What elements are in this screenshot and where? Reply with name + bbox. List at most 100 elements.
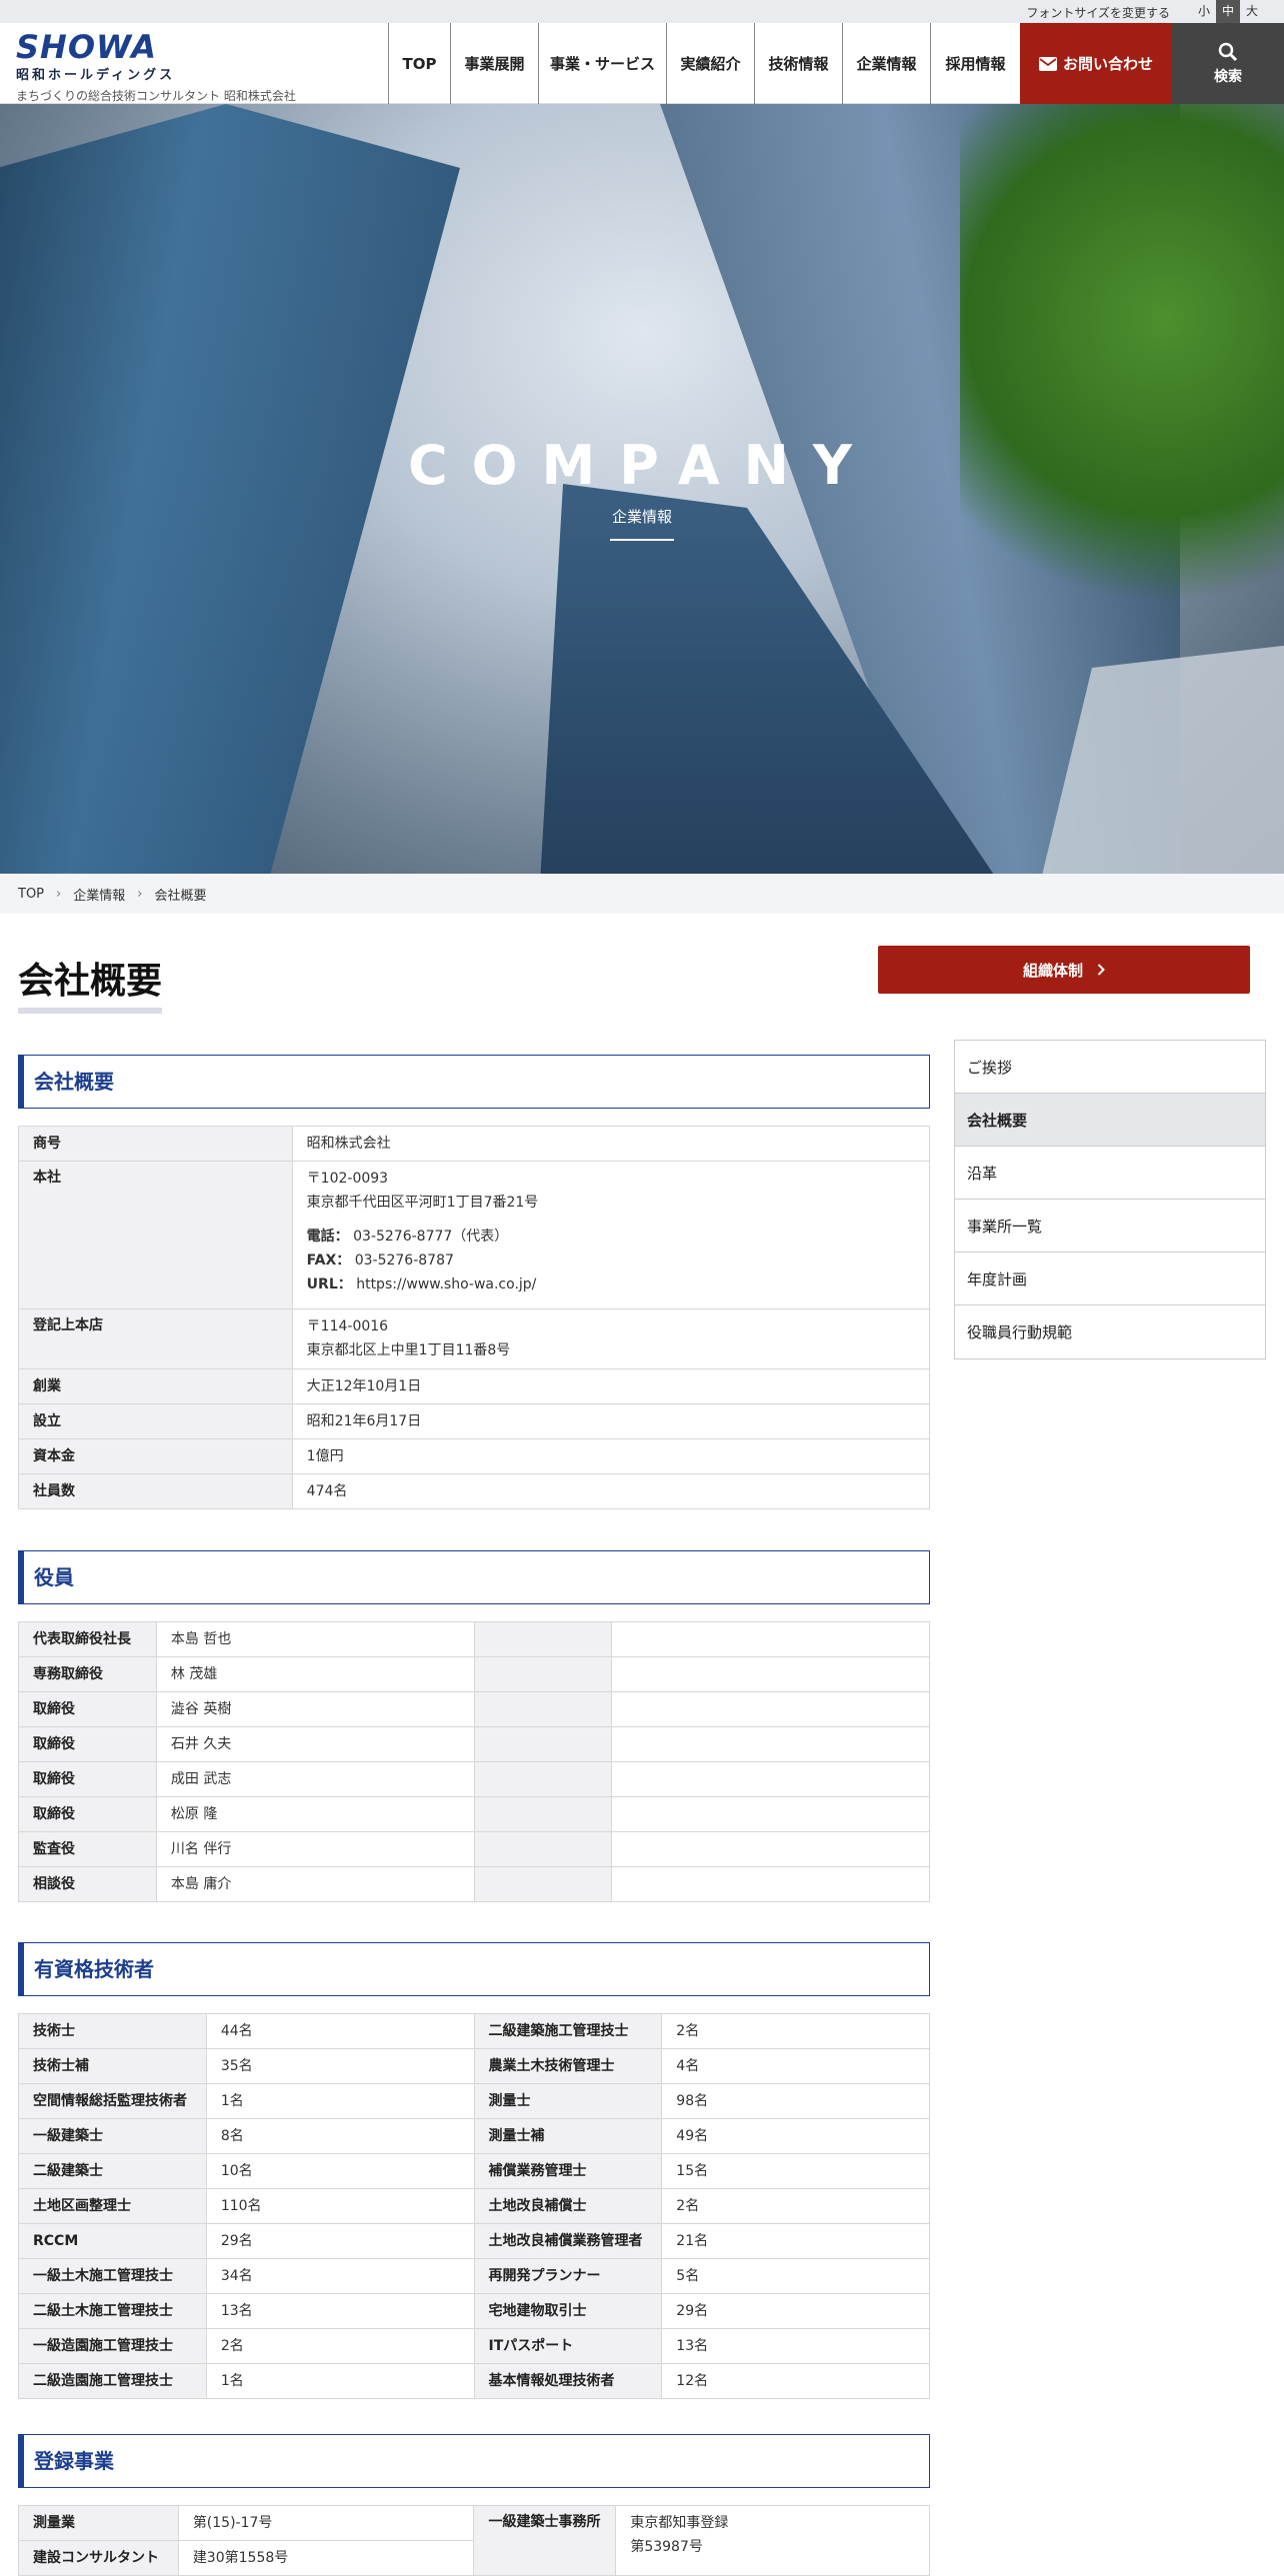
font-size-medium-button[interactable]: 中 <box>1216 0 1240 23</box>
sidebar-item-4[interactable]: 年度計画 <box>955 1253 1265 1305</box>
table-row: 二級造園施工管理技士 1名 基本情報処理技術者 12名 <box>18 2363 930 2399</box>
officer-name-empty <box>611 1831 930 1867</box>
organization-button[interactable]: 組織体制 <box>878 946 1250 994</box>
hq-url-link[interactable]: https://www.sho-wa.co.jp/ <box>356 1277 536 1292</box>
section-heading-engineers: 有資格技術者 <box>18 1942 930 1996</box>
page-title-underline <box>18 1008 162 1014</box>
registered-address: 東京都北区上中里1丁目11番8号 <box>306 1342 511 1358</box>
table-row: 監査役 川名 伴行 <box>18 1831 930 1867</box>
table-row: 取締役 松原 隆 <box>18 1796 930 1832</box>
breadcrumb: TOP › 企業情報 › 会社概要 <box>0 874 1284 914</box>
qualification-count: 110名 <box>205 2188 475 2224</box>
breadcrumb-company[interactable]: 企業情報 <box>73 885 125 904</box>
sidebar-item-0[interactable]: ご挨拶 <box>955 1041 1265 1094</box>
section-heading-officers: 役員 <box>18 1550 930 1604</box>
search-button[interactable]: 検索 <box>1172 23 1284 104</box>
qualification-name: 技術士補 <box>18 2048 207 2084</box>
nav-recruit[interactable]: 採用情報 <box>930 23 1020 104</box>
registration-table: 測量業 第(15)-17号 一級建築士事務所 東京都知事登録 第53987号 建… <box>18 2505 930 2576</box>
overview-label: 本社 <box>18 1161 293 1309</box>
contact-button[interactable]: お問い合わせ <box>1020 23 1172 104</box>
officer-name-empty <box>611 1726 930 1762</box>
officer-role-empty <box>473 1726 613 1762</box>
contact-label: お問い合わせ <box>1062 55 1153 73</box>
officer-role: 相談役 <box>18 1866 157 1902</box>
hq-zip: 〒102-0093 <box>306 1171 389 1187</box>
overview-table: 商号 昭和株式会社 本社 〒102-0093 東京都千代田区平河町1丁目7番21… <box>18 1126 931 1509</box>
table-row: 一級建築士 8名 測量士補 49名 <box>18 2118 930 2154</box>
qualification-name: 一級建築士 <box>18 2118 207 2154</box>
sidebar-item-2[interactable]: 沿革 <box>955 1147 1265 1200</box>
table-row: 登記上本店 〒114-0016 東京都北区上中里1丁目11番8号 <box>18 1308 931 1369</box>
table-row: 専務取締役林 茂雄 <box>18 1656 930 1692</box>
sidebar-item-5[interactable]: 役職員行動規範 <box>955 1305 1265 1358</box>
overview-label: 資本金 <box>18 1438 293 1474</box>
font-size-small-button[interactable]: 小 <box>1192 0 1216 23</box>
qualification-name: 測量士補 <box>473 2118 663 2154</box>
qualification-count: 49名 <box>661 2118 930 2154</box>
site-logo[interactable]: SHOWA 昭和ホールディングス まちづくりの総合技術コンサルタント 昭和株式会… <box>16 31 296 104</box>
officer-name: 松原 隆 <box>155 1796 475 1832</box>
officer-name: 澁谷 英樹 <box>155 1691 475 1727</box>
officer-name: 林 茂雄 <box>155 1656 475 1692</box>
hq-address: 東京都千代田区平河町1丁目7番21号 <box>306 1195 539 1211</box>
qualification-count: 2名 <box>205 2328 475 2364</box>
qualification-name: 土地区画整理士 <box>18 2188 207 2224</box>
officer-role: 監査役 <box>18 1831 157 1867</box>
global-nav: TOP 事業展開 事業・サービス 実績紹介 技術情報 企業情報 採用情報 お問い… <box>388 23 1284 104</box>
page-title: 会社概要 <box>18 961 163 1002</box>
architect-registration: 東京都知事登録 第53987号 <box>615 2505 930 2576</box>
table-row: 相談役 本島 庸介 <box>18 1866 930 1902</box>
overview-label: 社員数 <box>18 1473 293 1509</box>
officer-role-empty <box>473 1831 613 1867</box>
font-size-large-button[interactable]: 大 <box>1240 0 1264 23</box>
hq-details: 〒102-0093 東京都千代田区平河町1丁目7番21号 電話： 03-5276… <box>291 1161 931 1309</box>
qualification-count: 4名 <box>661 2048 930 2084</box>
hq-url-line: URL： https://www.sho-wa.co.jp/ <box>307 1273 915 1296</box>
officer-role: 取締役 <box>18 1761 157 1797</box>
qualification-name: 再開発プランナー <box>473 2258 663 2294</box>
search-icon <box>1218 42 1238 61</box>
nav-company[interactable]: 企業情報 <box>842 23 930 104</box>
qualification-count: 10名 <box>205 2153 475 2189</box>
font-size-label: フォントサイズを変更する <box>1026 6 1170 20</box>
officer-name-empty <box>611 1656 930 1692</box>
qualification-count: 13名 <box>661 2328 930 2364</box>
logo-mark: SHOWA <box>16 28 157 66</box>
qualification-name: 一級造園施工管理技士 <box>18 2328 207 2364</box>
site-header: SHOWA 昭和ホールディングス まちづくりの総合技術コンサルタント 昭和株式会… <box>0 23 1284 104</box>
qualification-count: 44名 <box>205 2013 475 2049</box>
breadcrumb-top[interactable]: TOP <box>18 887 44 902</box>
qualification-count: 29名 <box>661 2293 930 2329</box>
qualification-count: 12名 <box>661 2363 930 2399</box>
nav-technology[interactable]: 技術情報 <box>754 23 842 104</box>
qualification-name: 二級土木施工管理技士 <box>18 2293 207 2329</box>
officer-name: 成田 武志 <box>155 1761 475 1797</box>
overview-label: 創業 <box>18 1368 293 1404</box>
registration-label: 測量業 <box>18 2505 179 2541</box>
nav-top[interactable]: TOP <box>388 23 450 104</box>
qualification-count: 2名 <box>661 2013 930 2049</box>
mail-icon <box>1038 56 1057 71</box>
qualification-count: 21名 <box>661 2223 930 2259</box>
hq-fax-label: FAX： <box>306 1253 351 1269</box>
table-row: 本社 〒102-0093 東京都千代田区平河町1丁目7番21号 電話： 03-5… <box>18 1161 931 1309</box>
architect-registration-line2: 第53987号 <box>630 2539 703 2555</box>
qualification-count: 29名 <box>205 2223 475 2259</box>
nav-works[interactable]: 実績紹介 <box>666 23 754 104</box>
table-row: 取締役 成田 武志 <box>18 1761 930 1797</box>
qualification-name: 一級土木施工管理技士 <box>18 2258 207 2294</box>
nav-business[interactable]: 事業展開 <box>450 23 538 104</box>
qualification-name: ITパスポート <box>473 2328 663 2364</box>
officer-name: 本島 庸介 <box>155 1866 475 1902</box>
sidebar-item-3[interactable]: 事業所一覧 <box>955 1200 1265 1253</box>
qualification-name: 技術士 <box>18 2013 207 2049</box>
officer-name-empty <box>611 1866 930 1902</box>
table-row: 取締役 石井 久夫 <box>18 1726 930 1762</box>
engineers-table: 技術士 44名 二級建築施工管理技士 2名 技術士補 35名 農業土木技術管理士 4名 空間情報… <box>18 2013 930 2399</box>
nav-services[interactable]: 事業・サービス <box>538 23 666 104</box>
sidebar-item-1[interactable]: 会社概要 <box>955 1094 1265 1147</box>
qualification-name: 農業土木技術管理士 <box>473 2048 663 2084</box>
qualification-name: 空間情報総括監理技術者 <box>18 2083 207 2119</box>
chevron-right-icon <box>1097 964 1105 976</box>
